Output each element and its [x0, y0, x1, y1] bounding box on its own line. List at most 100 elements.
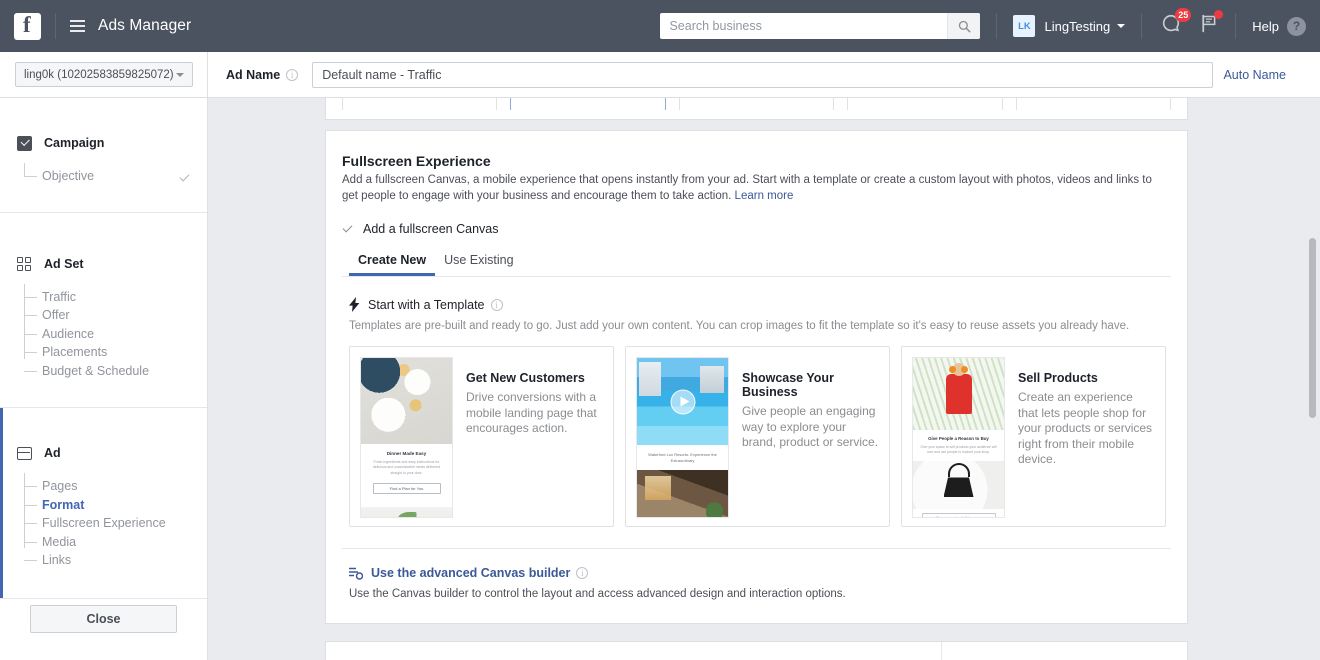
- nav-items-ad: Pages Format Fullscreen Experience Media…: [0, 473, 207, 570]
- sidebar-item-budget-schedule[interactable]: Budget & Schedule: [24, 362, 207, 381]
- sidebar-item-label: Traffic: [42, 289, 77, 304]
- app-title: Ads Manager: [98, 17, 192, 34]
- tab-use-existing[interactable]: Use Existing: [435, 253, 522, 276]
- divider: [996, 13, 998, 39]
- user-account-menu[interactable]: LK LingTesting: [1013, 15, 1126, 37]
- nav-section-campaign: Campaign Objective: [0, 98, 207, 213]
- tab-create-new[interactable]: Create New: [349, 253, 435, 276]
- product-photo: [913, 461, 1004, 509]
- sidebar-item-audience[interactable]: Audience: [24, 325, 207, 344]
- format-option-card[interactable]: [847, 98, 1003, 110]
- preview-body: Give People a Reason to Buy Give your sp…: [913, 430, 1004, 455]
- account-selector[interactable]: ling0k (10202583859825072): [15, 62, 193, 87]
- model-palm-photo: [913, 358, 1004, 430]
- nav-header-adset[interactable]: Ad Set: [0, 249, 207, 279]
- add-fullscreen-canvas-checkbox-row[interactable]: Add a fullscreen Canvas: [342, 222, 1171, 236]
- sidebar-item-format[interactable]: Format: [24, 496, 207, 515]
- divider: [941, 642, 942, 660]
- search-business-field[interactable]: [660, 13, 981, 39]
- card-description: Drive conversions with a mobile landing …: [466, 390, 597, 435]
- help-label[interactable]: Help: [1252, 19, 1279, 34]
- navigation-sidebar: Campaign Objective Ad Set Traffic Offer …: [0, 98, 208, 660]
- top-navigation-bar: Ads Manager LK LingTesting 25: [0, 0, 1320, 52]
- fullscreen-experience-panel: Fullscreen Experience Add a fullscreen C…: [325, 130, 1188, 624]
- section-description: Add a fullscreen Canvas, a mobile experi…: [342, 173, 1171, 204]
- notifications-button[interactable]: 25: [1160, 7, 1192, 40]
- info-icon[interactable]: i: [576, 567, 589, 579]
- template-subtext: Templates are pre-built and ready to go.…: [349, 320, 1130, 332]
- orange-shape: [961, 366, 968, 373]
- hamburger-menu-icon[interactable]: [70, 20, 85, 32]
- ad-name-input[interactable]: [312, 61, 1214, 88]
- sidebar-item-media[interactable]: Media: [24, 533, 207, 552]
- nav-header-ad[interactable]: Ad: [0, 438, 207, 468]
- learn-more-link[interactable]: Learn more: [735, 190, 794, 202]
- ad-layout-icon: [17, 446, 32, 460]
- nav-items-campaign: Objective: [0, 163, 207, 186]
- scrollbar-thumb[interactable]: [1309, 238, 1316, 418]
- template-card-get-new-customers[interactable]: Dinner Made Easy Fresh ingredients and e…: [349, 346, 614, 527]
- format-option-card[interactable]: [678, 98, 835, 110]
- start-with-template-header: Start with a Template i: [342, 297, 1171, 312]
- nav-header-label: Campaign: [44, 136, 105, 150]
- preview-body: Dinner Made Easy Fresh ingredients and e…: [361, 444, 452, 501]
- info-icon[interactable]: i: [490, 298, 503, 311]
- card-title: Sell Products: [1018, 371, 1098, 385]
- auto-name-button[interactable]: Auto Name: [1223, 68, 1286, 82]
- next-section-panel: [325, 641, 1188, 660]
- search-button[interactable]: [947, 13, 981, 39]
- template-preview-thumbnail: Give People a Reason to Buy Give your sp…: [912, 357, 1005, 518]
- template-card-showcase-your-business[interactable]: Waterford Lux Resorts: Experience the Ex…: [625, 346, 890, 527]
- help-icon[interactable]: ?: [1287, 16, 1306, 36]
- main-scrollbar[interactable]: [1308, 98, 1317, 660]
- sidebar-item-label: Budget & Schedule: [42, 363, 150, 378]
- sidebar-item-placements[interactable]: Placements: [24, 343, 207, 362]
- sidebar-item-traffic[interactable]: Traffic: [24, 288, 207, 307]
- sidebar-item-objective[interactable]: Objective: [24, 167, 207, 186]
- preview-footer-photo: [361, 506, 452, 517]
- orange-shape: [949, 366, 956, 373]
- checkbox-checked-icon[interactable]: [342, 223, 354, 235]
- info-icon[interactable]: i: [286, 68, 299, 81]
- sidebar-item-label: Offer: [42, 308, 70, 323]
- nav-header-campaign[interactable]: Campaign: [0, 128, 207, 158]
- facebook-logo-icon[interactable]: [14, 12, 41, 40]
- alert-dot-badge: [1214, 10, 1224, 19]
- resort-interior-photo: [637, 470, 728, 517]
- card-text: Showcase Your Business Give people an en…: [729, 357, 879, 516]
- ads-flag-button[interactable]: [1198, 10, 1224, 39]
- sidebar-item-pages[interactable]: Pages: [24, 477, 207, 496]
- plant-shape: [706, 496, 723, 517]
- sidebar-item-fullscreen-experience[interactable]: Fullscreen Experience: [24, 514, 207, 533]
- leaf-shape: [397, 511, 416, 517]
- sidebar-item-links[interactable]: Links: [24, 551, 207, 570]
- nav-section-ad: Ad Pages Format Fullscreen Experience Me…: [0, 408, 207, 599]
- close-button[interactable]: Close: [30, 605, 177, 633]
- format-option-card[interactable]: [342, 98, 498, 110]
- preview-cta-button: Find a Plan for You: [372, 482, 441, 494]
- building-shape: [639, 362, 661, 396]
- checkbox-icon: [17, 135, 32, 151]
- bag-strap-shape: [947, 463, 970, 477]
- card-text: Get New Customers Drive conversions with…: [453, 357, 603, 516]
- format-option-card[interactable]: [1015, 98, 1172, 110]
- template-heading: Start with a Template: [368, 297, 485, 312]
- nav-items-adset: Traffic Offer Audience Placements Budget…: [0, 283, 207, 381]
- preview-heading: Dinner Made Easy: [386, 451, 427, 456]
- template-preview-thumbnail: Waterford Lux Resorts: Experience the Ex…: [636, 357, 729, 518]
- format-option-card-selected[interactable]: [510, 98, 666, 110]
- sidebar-item-label: Links: [42, 553, 72, 568]
- advanced-canvas-builder-row[interactable]: Use the advanced Canvas builder i: [342, 566, 1171, 580]
- advanced-builder-link[interactable]: Use the advanced Canvas builder: [371, 566, 570, 580]
- canvas-builder-icon: [349, 567, 363, 580]
- main-content-area: Fullscreen Experience Add a fullscreen C…: [208, 98, 1320, 660]
- building-shape: [700, 366, 724, 393]
- check-icon: [179, 171, 190, 182]
- ad-name-label: Ad Name: [226, 67, 281, 82]
- divider: [342, 548, 1171, 549]
- lightning-bolt-icon: [349, 297, 360, 312]
- account-label: ling0k (10202583859825072): [24, 68, 174, 81]
- search-input[interactable]: [660, 19, 948, 33]
- template-card-sell-products[interactable]: Give People a Reason to Buy Give your sp…: [901, 346, 1166, 527]
- sidebar-item-offer[interactable]: Offer: [24, 306, 207, 325]
